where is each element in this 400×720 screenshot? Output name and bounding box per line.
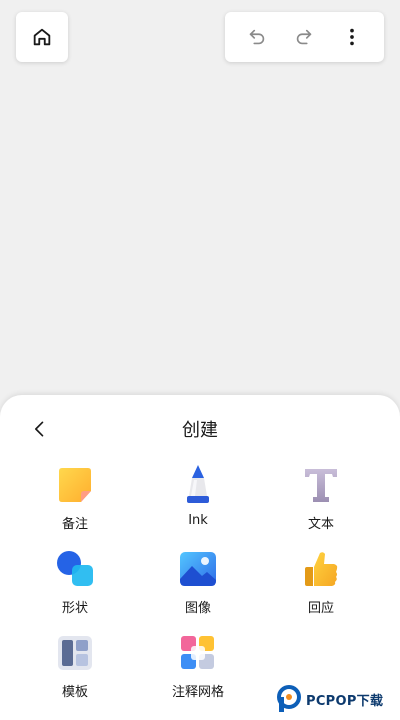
create-text-button[interactable]: 文本 [271, 465, 371, 537]
create-note-grid-button[interactable]: 注释网格 [148, 633, 248, 705]
note-grid-icon [181, 636, 214, 669]
create-image-button[interactable]: 图像 [148, 549, 248, 621]
create-shape-label: 形状 [61, 601, 88, 616]
thumbs-up-icon [305, 552, 338, 586]
more-vertical-icon [350, 28, 354, 46]
create-template-label: 模板 [61, 685, 88, 700]
pcpop-logo-icon [277, 685, 301, 712]
whiteboard-canvas[interactable] [0, 70, 400, 390]
watermark-text: PCPOP下载 [306, 693, 384, 709]
redo-button[interactable] [286, 19, 322, 55]
template-icon [58, 636, 92, 670]
shapes-icon [57, 551, 93, 586]
undo-button[interactable] [239, 19, 275, 55]
redo-icon [297, 29, 312, 45]
undo-icon [249, 29, 265, 45]
create-reaction-label: 回应 [307, 601, 334, 616]
ink-pen-icon [187, 465, 209, 503]
watermark: PCPOP下载 [276, 684, 394, 714]
sheet-header: 创建 [0, 395, 400, 459]
create-template-button[interactable]: 模板 [25, 633, 125, 705]
text-icon [305, 469, 337, 502]
create-ink-label: Ink [188, 513, 208, 528]
create-ink-button[interactable]: Ink [148, 465, 248, 537]
create-note-grid-label: 注释网格 [171, 685, 224, 700]
more-options-button[interactable] [334, 19, 370, 55]
create-image-label: 图像 [184, 601, 211, 616]
create-shape-button[interactable]: 形状 [25, 549, 125, 621]
create-note-label: 备注 [61, 517, 88, 532]
home-icon [33, 28, 51, 46]
canvas-toolbar [225, 12, 384, 62]
create-reaction-button[interactable]: 回应 [271, 549, 371, 621]
sheet-title: 创建 [182, 420, 218, 441]
image-icon [180, 552, 216, 586]
create-text-label: 文本 [307, 517, 334, 532]
create-sheet: 创建 备注 Ink 文本 形状 图像 回应 模板 注释网格 [0, 395, 400, 720]
sticky-note-icon [59, 468, 91, 502]
home-button[interactable] [16, 12, 68, 62]
create-note-button[interactable]: 备注 [25, 465, 125, 537]
